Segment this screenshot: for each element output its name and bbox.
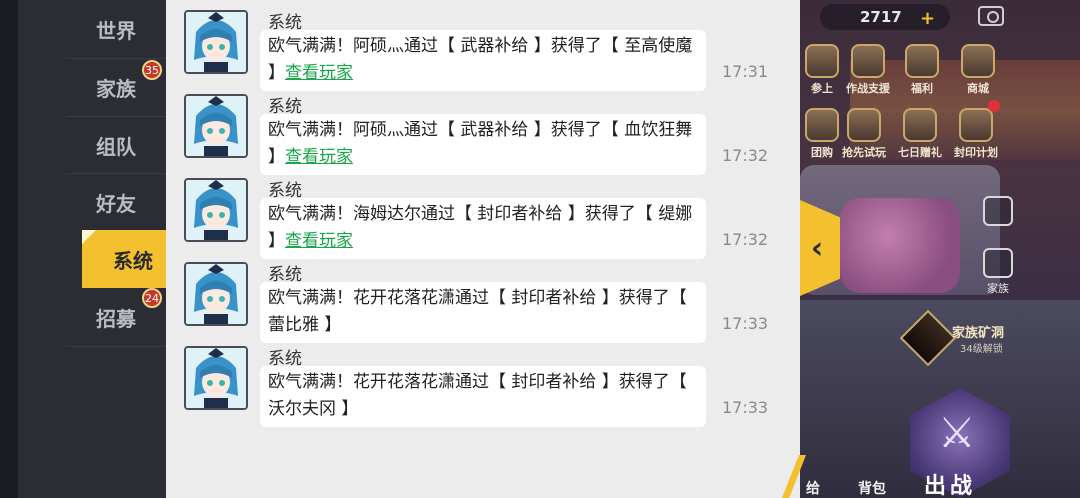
message-row: 系统 欧气满满！阿硕灬通过【 武器补给 】获得了【 至高使魔 】查看玩家 17:… (172, 0, 792, 91)
group-buy-icon (805, 108, 839, 142)
system-avatar-icon (186, 348, 246, 408)
menu-label: 团购 (811, 146, 833, 159)
background-pillow (840, 198, 960, 293)
chat-panel: 系统 欧气满满！阿硕灬通过【 武器补给 】获得了【 至高使魔 】查看玩家 17:… (166, 0, 800, 498)
menu-item[interactable]: 抢先试玩 (842, 108, 886, 160)
unread-badge: 35 (142, 60, 162, 80)
menu-item[interactable]: 福利 (900, 44, 944, 96)
gift-icon (905, 44, 939, 78)
seal-plan-icon (959, 108, 993, 142)
side-label: 家族 (987, 282, 1009, 295)
avatar[interactable] (184, 262, 248, 326)
message-row: 系统 欧气满满！花开花落花潇通过【 封印者补给 】获得了【 沃尔夫冈 】 17:… (172, 336, 792, 427)
currency-amount: 2717 (860, 8, 902, 26)
support-icon (851, 44, 885, 78)
menu-item[interactable]: 七日赠礼 (898, 108, 942, 160)
tab-label: 招募 (96, 306, 136, 331)
menu-item[interactable]: 封印计划 (954, 108, 998, 160)
left-edge (0, 0, 18, 498)
message-bubble: 欧气满满！海姆达尔通过【 封印者补给 】获得了【 缇娜 】查看玩家 (260, 198, 706, 259)
tab-label: 组队 (96, 134, 136, 159)
tab-label: 世界 (96, 18, 136, 43)
seven-day-icon (903, 108, 937, 142)
menu-item[interactable]: 参上 (800, 44, 844, 96)
family-icon (983, 248, 1013, 278)
side-button[interactable] (976, 196, 1020, 228)
exchange-icon (983, 196, 1013, 226)
message-text: 欧气满满！花开花落花潇通过【 封印者补给 】获得了【 沃尔夫冈 】 (268, 372, 687, 419)
tab-world[interactable]: 世界 (66, 0, 166, 58)
view-player-link[interactable]: 查看玩家 (285, 63, 353, 83)
crossed-swords-icon: ⚔ (938, 408, 976, 457)
tab-label: 家族 (96, 76, 136, 101)
family-side-button[interactable]: 家族 (976, 248, 1020, 296)
mine-emblem-icon (899, 309, 957, 367)
tab-friends[interactable]: 好友 (66, 173, 166, 231)
tab-label: 好友 (96, 191, 136, 216)
tab-team[interactable]: 组队 (66, 116, 166, 174)
view-player-link[interactable]: 查看玩家 (285, 231, 353, 251)
menu-label: 福利 (911, 82, 933, 95)
message-row: 系统 欧气满满！海姆达尔通过【 封印者补给 】获得了【 缇娜 】查看玩家 17:… (172, 168, 792, 259)
view-player-link[interactable]: 查看玩家 (285, 147, 353, 167)
system-avatar-icon (186, 12, 246, 72)
fight-label: 出战 (924, 474, 977, 498)
menu-label: 参上 (811, 82, 833, 95)
menu-item[interactable]: 团购 (800, 108, 844, 160)
menu-item[interactable]: 商城 (956, 44, 1000, 96)
message-bubble: 欧气满满！花开花落花潇通过【 封印者补给 】获得了【 蕾比雅 】 (260, 282, 706, 343)
menu-label: 作战支援 (846, 82, 890, 95)
avatar[interactable] (184, 346, 248, 410)
tab-label: 系统 (113, 248, 153, 273)
chat-tabs: 世界 家族 35 组队 好友 系统 招募 24 (18, 0, 184, 498)
message-time: 17:33 (722, 398, 769, 417)
unread-badge: 24 (142, 288, 162, 308)
system-avatar-icon (186, 264, 246, 324)
tab-divider (66, 346, 166, 347)
trial-icon (847, 108, 881, 142)
bag-button[interactable]: 背包 (858, 478, 886, 498)
message-row: 系统 欧气满满！花开花落花潇通过【 封印者补给 】获得了【 蕾比雅 】 17:3… (172, 252, 792, 343)
menu-label: 抢先试玩 (842, 146, 886, 159)
mine-unlock-hint: 34级解锁 (960, 344, 1003, 355)
avatar[interactable] (184, 178, 248, 242)
system-avatar-icon (186, 180, 246, 240)
menu-item[interactable]: 作战支援 (846, 44, 890, 96)
chevron-left-icon: ‹ (810, 230, 824, 266)
mine-title: 家族矿洞 (952, 326, 1005, 341)
menu-label: 封印计划 (954, 146, 998, 159)
message-row: 系统 欧气满满！阿硕灬通过【 武器补给 】获得了【 血饮狂舞 】查看玩家 17:… (172, 84, 792, 175)
family-mine-button[interactable]: 家族矿洞 34级解锁 (899, 309, 1028, 367)
message-bubble: 欧气满满！花开花落花潇通过【 封印者补给 】获得了【 沃尔夫冈 】 (260, 366, 706, 427)
menu-label: 七日赠礼 (898, 146, 942, 159)
system-avatar-icon (186, 96, 246, 156)
menu-icon (805, 44, 839, 78)
message-bubble: 欧气满满！阿硕灬通过【 武器补给 】获得了【 至高使魔 】查看玩家 (260, 30, 706, 91)
shop-icon (961, 44, 995, 78)
notification-dot (988, 100, 1000, 112)
add-currency-button[interactable]: + (920, 8, 935, 29)
message-time: 17:32 (722, 146, 769, 165)
message-bubble: 欧气满满！阿硕灬通过【 武器补给 】获得了【 血饮狂舞 】查看玩家 (260, 114, 706, 175)
camera-icon[interactable] (978, 6, 1004, 26)
message-time: 17:33 (722, 314, 769, 333)
avatar[interactable] (184, 10, 248, 74)
bottom-button[interactable]: 给 (806, 478, 820, 498)
message-time: 17:31 (722, 62, 769, 81)
message-text: 欧气满满！花开花落花潇通过【 封印者补给 】获得了【 蕾比雅 】 (268, 288, 687, 335)
avatar[interactable] (184, 94, 248, 158)
menu-label: 商城 (967, 82, 989, 95)
message-time: 17:32 (722, 230, 769, 249)
